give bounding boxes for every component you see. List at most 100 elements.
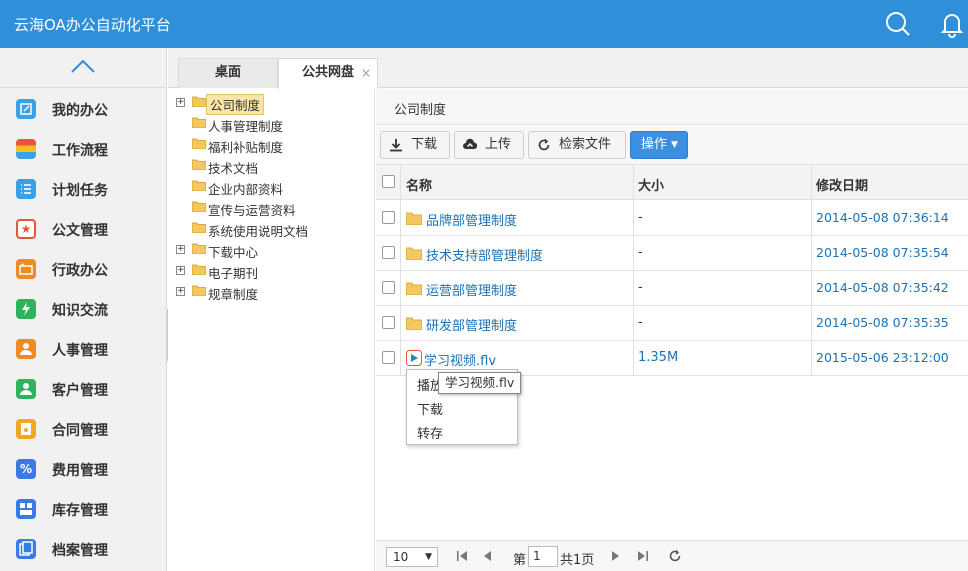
sidebar-item-label: 库存管理 [52,503,108,519]
tree-node-label: 福利补贴制度 [208,140,284,155]
sidebar-item-hr[interactable]: 人事管理 [0,329,167,369]
close-icon[interactable]: × [361,59,371,87]
page-size-value: 10 [393,550,409,564]
download-button[interactable]: 下载 [380,131,450,159]
sidebar-item-workflow[interactable]: 工作流程 [0,129,167,169]
row-checkbox[interactable] [382,351,395,364]
sidebar-item-documents[interactable]: ★ 公文管理 [0,209,167,249]
row-name-link[interactable]: 品牌部管理制度 [426,210,517,229]
row-checkbox[interactable] [382,211,395,224]
column-header-size[interactable]: 大小 [638,175,664,194]
next-page-icon[interactable] [609,550,621,562]
row-checkbox[interactable] [382,246,395,259]
sidebar-item-contract[interactable]: 合同管理 [0,409,167,449]
operations-label: 操作 [641,137,668,152]
pagination-bar: 10 ▼ 第 1 共1页 [376,540,968,571]
archive-icon [16,539,36,559]
last-page-icon[interactable] [637,550,649,562]
tree-node[interactable]: 宣传与运营资料 [192,199,372,218]
row-name-link[interactable]: 技术支持部管理制度 [426,245,543,264]
tree-node-label: 宣传与运营资料 [208,203,296,218]
breadcrumb-current: 公司制度 [394,103,447,118]
folder-icon [192,201,206,212]
sidebar-item-label: 计划任务 [52,183,108,199]
tab-desktop[interactable]: 桌面 [178,58,278,88]
chevron-up-icon[interactable] [70,58,96,74]
sidebar-item-archive[interactable]: 档案管理 [0,529,167,569]
sidebar-item-expense[interactable]: % 费用管理 [0,449,167,489]
filename-tooltip: 学习视频.flv [438,372,522,394]
tree-node-label: 下载中心 [208,245,259,260]
tree-node[interactable]: 企业内部资料 [192,178,372,197]
folder-icon [192,117,206,128]
tab-public-drive[interactable]: 公共网盘 × [278,58,378,89]
menu-item-download[interactable]: 下载 [417,399,443,418]
video-file-icon [406,350,422,366]
app-title: 云海OA办公自动化平台 [14,16,171,34]
table-row[interactable]: 技术支持部管理制度 - 2014-05-08 07:35:54 [376,236,968,271]
row-date: 2014-05-08 07:35:42 [816,280,949,295]
person-icon [16,339,36,359]
table-row[interactable]: 研发部管理制度 - 2014-05-08 07:35:35 [376,306,968,341]
tree-node[interactable]: + 电子期刊 [176,262,366,281]
star-doc-icon: ★ [16,219,36,239]
operations-dropdown-button[interactable]: 操作 ▼ [630,131,688,159]
sidebar-item-label: 知识交流 [52,303,108,319]
tree-expand-icon[interactable]: + [176,266,185,275]
tree-node[interactable]: + 公司制度 [176,94,366,115]
menu-item-save-to[interactable]: 转存 [417,423,443,442]
folder-icon [192,138,206,149]
row-name-link[interactable]: 运营部管理制度 [426,280,517,299]
table-header: 名称 大小 修改日期 [376,164,968,200]
tab-label: 公共网盘 [301,65,354,80]
row-size: - [638,245,643,260]
folder-icon [406,212,422,225]
page-size-select[interactable]: 10 ▼ [386,547,438,567]
cloud-upload-icon [463,138,477,149]
table-row[interactable]: 运营部管理制度 - 2014-05-08 07:35:42 [376,271,968,306]
tree-expand-icon[interactable]: + [176,287,185,296]
row-checkbox[interactable] [382,281,395,294]
folder-icon [192,285,206,296]
workflow-icon [16,139,36,159]
search-files-button[interactable]: 检索文件 [528,131,626,159]
upload-button[interactable]: 上传 [454,131,524,159]
refresh-icon[interactable] [668,549,682,563]
top-header: 云海OA办公自动化平台 [0,0,968,48]
knowledge-icon [16,299,36,319]
sidebar-item-knowledge[interactable]: 知识交流 [0,289,167,329]
sidebar-item-customer[interactable]: 客户管理 [0,369,167,409]
inventory-icon [16,499,36,519]
sidebar-item-my-office[interactable]: 我的办公 [0,89,167,129]
tree-node[interactable]: 技术文档 [192,157,372,176]
file-toolbar: 下载 上传 检索文件 操作 ▼ [376,126,968,164]
sidebar-collapse-up[interactable] [0,48,167,88]
search-icon[interactable] [884,10,912,38]
tree-node[interactable]: 福利补贴制度 [192,136,372,155]
tree-node[interactable]: + 规章制度 [176,283,366,302]
row-date: 2015-05-06 23:12:00 [816,350,949,365]
page-number-input[interactable]: 1 [528,546,558,567]
tree-expand-icon[interactable]: + [176,98,185,107]
tree-expand-icon[interactable]: + [176,245,185,254]
bell-icon[interactable] [938,10,966,38]
row-name-link[interactable]: 学习视频.flv [424,350,496,369]
select-all-checkbox[interactable] [382,175,395,188]
sidebar-item-admin-office[interactable]: 行政办公 [0,249,167,289]
sidebar-item-label: 公文管理 [52,223,108,239]
search-files-label: 检索文件 [559,137,612,152]
tree-node[interactable]: + 下载中心 [176,241,366,260]
table-row[interactable]: 品牌部管理制度 - 2014-05-08 07:36:14 [376,201,968,236]
first-page-icon[interactable] [456,550,468,562]
sidebar-item-inventory[interactable]: 库存管理 [0,489,167,529]
column-header-date[interactable]: 修改日期 [816,175,868,194]
download-icon [390,139,402,152]
tree-node[interactable]: 人事管理制度 [192,115,372,134]
row-checkbox[interactable] [382,316,395,329]
previous-page-icon[interactable] [482,550,494,562]
column-header-name[interactable]: 名称 [406,175,432,194]
download-label: 下载 [411,137,438,152]
sidebar-item-plan-tasks[interactable]: 计划任务 [0,169,167,209]
row-name-link[interactable]: 研发部管理制度 [426,315,517,334]
tree-node[interactable]: 系统使用说明文档 [192,220,372,239]
